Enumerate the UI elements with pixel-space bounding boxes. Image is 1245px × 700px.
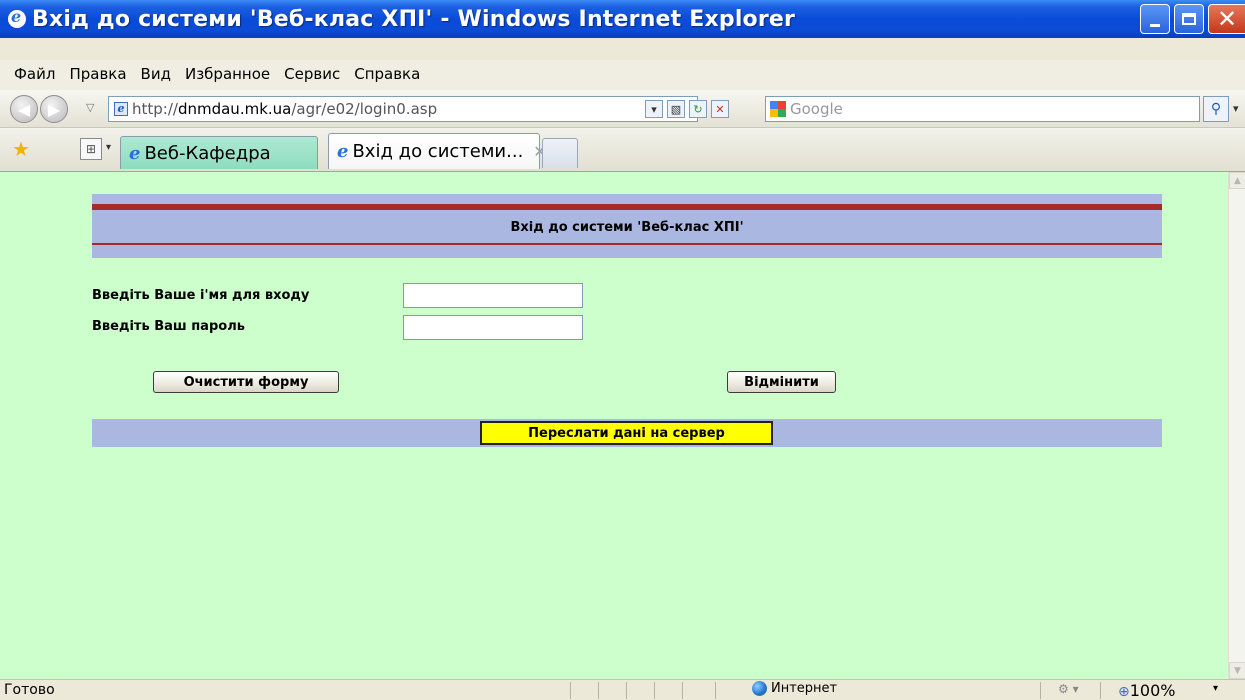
page-title: Вхід до системи 'Веб-клас ХПІ' <box>510 220 744 235</box>
address-url[interactable]: http://dnmdau.mk.ua/agr/e02/login0.asp <box>132 100 437 118</box>
ie-page-icon: e <box>129 142 141 164</box>
cancel-button[interactable]: Відмінити <box>727 371 836 393</box>
menu-file[interactable]: Файл <box>14 65 55 83</box>
ie-logo-icon <box>8 7 26 28</box>
tab-veb-kafedra[interactable]: e Веб-Кафедра <box>120 136 318 169</box>
status-divider <box>682 682 683 699</box>
protected-mode-icon[interactable]: ⚙ ▾ <box>1058 682 1079 696</box>
search-options-dropdown[interactable]: ▾ <box>1233 102 1239 115</box>
scroll-down-icon[interactable]: ▼ <box>1229 662 1245 679</box>
status-text: Готово <box>4 682 55 698</box>
search-button[interactable]: ⚲ <box>1203 96 1229 122</box>
zoom-dropdown[interactable]: ▾ <box>1213 683 1218 694</box>
tab-bar: ★ ⊞ ▾ e Веб-Кафедра e Вхід до системи...… <box>0 128 1245 172</box>
maximize-icon <box>1182 13 1196 25</box>
search-magnifier-icon: ⚲ <box>1210 101 1222 117</box>
google-icon <box>770 101 786 117</box>
search-placeholder: Google <box>790 100 843 118</box>
page-viewport: Вхід до системи 'Веб-клас ХПІ' Введіть В… <box>0 172 1245 679</box>
title-bar: Вхід до системи 'Веб-клас ХПІ' - Windows… <box>0 0 1245 38</box>
banner-rule-bottom <box>92 243 1162 245</box>
password-label: Введіть Ваш пароль <box>92 319 245 334</box>
status-divider <box>598 682 599 699</box>
tab-label: Вхід до системи... <box>352 141 524 162</box>
status-divider <box>570 682 571 699</box>
status-divider <box>654 682 655 699</box>
compatibility-icon[interactable]: ▧ <box>667 100 685 118</box>
minimize-button[interactable] <box>1140 4 1170 34</box>
close-icon: ✕ <box>1216 5 1238 33</box>
tab-login[interactable]: e Вхід до системи... ✕ <box>328 133 547 169</box>
zoom-level[interactable]: ⊕100% <box>1118 681 1175 700</box>
address-bar[interactable]: e http://dnmdau.mk.ua/agr/e02/login0.asp… <box>108 96 729 122</box>
banner-rule-top <box>92 204 1162 210</box>
refresh-icon[interactable]: ↻ <box>689 100 707 118</box>
vertical-scrollbar[interactable]: ▲ ▼ <box>1228 172 1245 679</box>
minimize-icon <box>1150 23 1160 27</box>
ie-page-icon: e <box>337 141 349 162</box>
clear-form-button[interactable]: Очистити форму <box>153 371 339 393</box>
status-bar: Готово Интернет ⚙ ▾ ⊕100% ▾ <box>0 679 1245 700</box>
page-icon: e <box>114 102 128 116</box>
menu-help[interactable]: Справка <box>354 65 420 83</box>
menu-view[interactable]: Вид <box>141 65 171 83</box>
status-divider <box>626 682 627 699</box>
submit-button[interactable]: Переслати дані на сервер <box>480 421 773 445</box>
globe-icon <box>752 681 767 696</box>
back-button[interactable]: ◀ <box>10 95 38 123</box>
star-icon[interactable]: ★ <box>12 137 30 161</box>
recent-pages-dropdown[interactable]: ▽ <box>86 101 94 114</box>
password-input[interactable] <box>403 315 583 340</box>
scroll-up-icon[interactable]: ▲ <box>1229 172 1245 189</box>
menu-edit[interactable]: Правка <box>69 65 126 83</box>
status-divider <box>715 682 716 699</box>
address-toolbar: ◀ ▶ ▽ e http://dnmdau.mk.ua/agr/e02/logi… <box>0 90 1245 128</box>
status-divider <box>1100 682 1101 699</box>
close-window-button[interactable]: ✕ <box>1208 4 1245 34</box>
forward-arrow-icon: ▶ <box>47 99 61 119</box>
header-banner: Вхід до системи 'Веб-клас ХПІ' <box>92 194 1162 258</box>
menu-tools[interactable]: Сервис <box>284 65 340 83</box>
address-dropdown-button[interactable]: ▾ <box>645 100 663 118</box>
menu-bar: Файл Правка Вид Избранное Сервис Справка <box>0 60 1245 90</box>
new-tab-button[interactable] <box>542 138 578 168</box>
quick-tabs-icon[interactable]: ⊞ <box>80 138 102 160</box>
tab-list-dropdown[interactable]: ▾ <box>106 142 111 153</box>
zoom-icon: ⊕ <box>1118 684 1130 700</box>
username-label: Введіть Ваше і'мя для входу <box>92 288 310 303</box>
back-arrow-icon: ◀ <box>17 99 31 119</box>
maximize-button[interactable] <box>1174 4 1204 34</box>
username-input[interactable] <box>403 283 583 308</box>
search-box[interactable]: Google <box>765 96 1200 122</box>
forward-button[interactable]: ▶ <box>40 95 68 123</box>
security-zone[interactable]: Интернет <box>752 681 837 696</box>
window-title: Вхід до системи 'Веб-клас ХПІ' - Windows… <box>32 6 796 32</box>
zone-label: Интернет <box>771 681 838 696</box>
menu-favorites[interactable]: Избранное <box>185 65 270 83</box>
stop-icon[interactable]: ✕ <box>711 100 729 118</box>
tab-label: Веб-Кафедра <box>144 142 271 164</box>
status-divider <box>1040 682 1041 699</box>
